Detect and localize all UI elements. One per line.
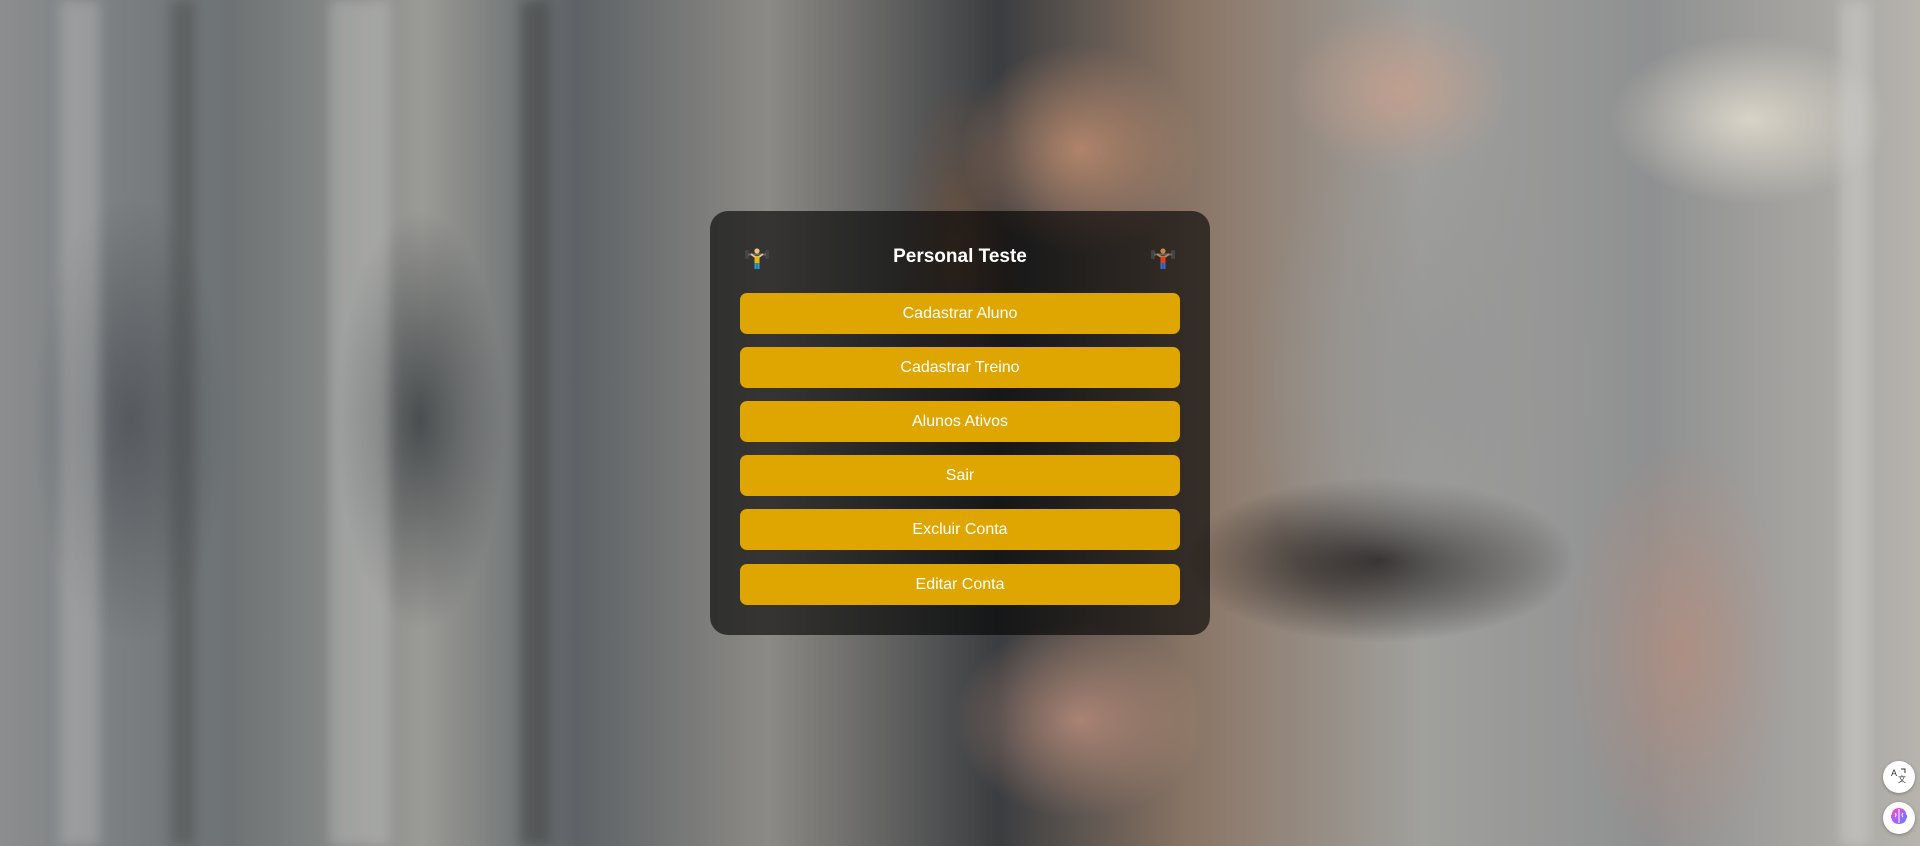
sair-button[interactable]: Sair (740, 455, 1180, 496)
assistant-button[interactable] (1883, 802, 1915, 834)
bg-blur-band (170, 0, 196, 846)
alunos-ativos-button[interactable]: Alunos Ativos (740, 401, 1180, 442)
bg-blur-band (60, 0, 100, 846)
weightlifter-icon (1150, 245, 1176, 271)
panel-header: Personal Teste (710, 239, 1210, 275)
brain-icon (1888, 805, 1910, 832)
bg-blur-band (520, 0, 550, 846)
editar-conta-button[interactable]: Editar Conta (740, 564, 1180, 605)
excluir-conta-button[interactable]: Excluir Conta (740, 509, 1180, 550)
page-title: Personal Teste (893, 246, 1027, 267)
menu-panel: Personal Teste Cadastrar Aluno Cadastrar… (710, 211, 1210, 635)
svg-text:A: A (1891, 768, 1897, 778)
cadastrar-aluno-button[interactable]: Cadastrar Aluno (740, 293, 1180, 334)
bg-blur-band (330, 0, 390, 846)
bg-blur-band (1840, 0, 1870, 846)
translate-icon: A 文 (1890, 766, 1908, 789)
translate-button[interactable]: A 文 (1883, 761, 1915, 793)
svg-text:文: 文 (1898, 774, 1906, 784)
cadastrar-treino-button[interactable]: Cadastrar Treino (740, 347, 1180, 388)
